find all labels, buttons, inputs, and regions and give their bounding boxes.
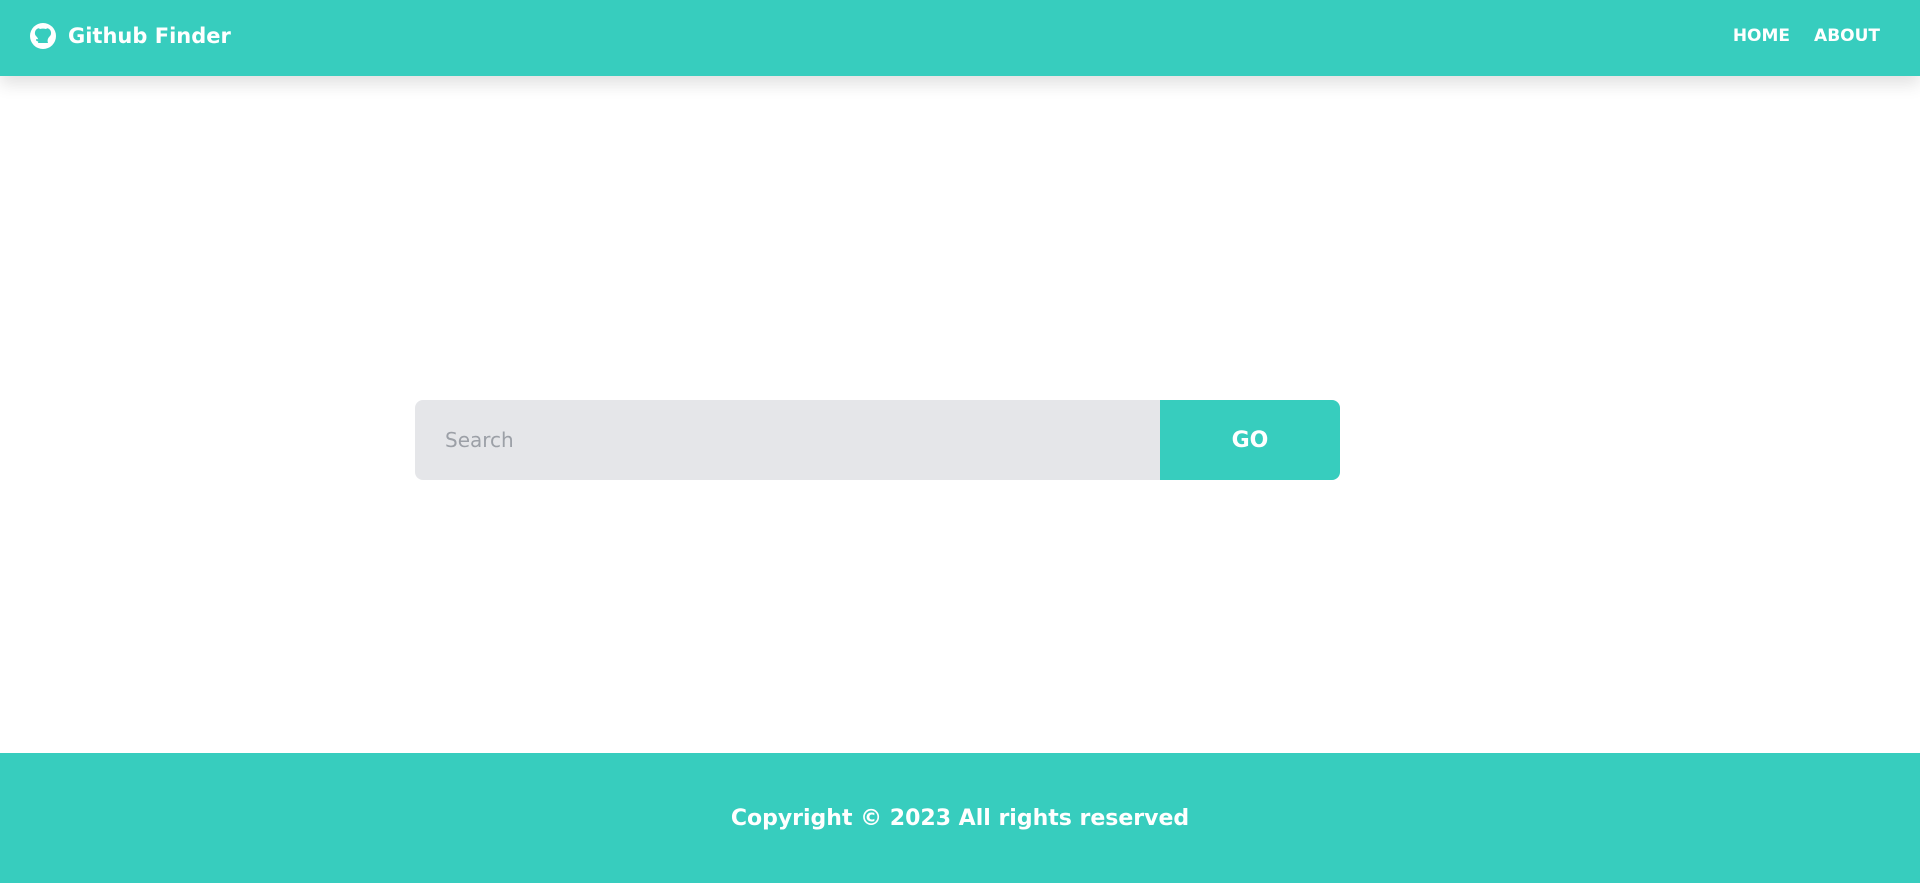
top-navigation-bar: Github Finder HOME ABOUT bbox=[0, 0, 1920, 76]
go-button[interactable]: GO bbox=[1160, 400, 1340, 480]
nav-home-link[interactable]: HOME bbox=[1733, 25, 1790, 47]
copyright-text: Copyright © 2023 All rights reserved bbox=[730, 805, 1190, 831]
search-input[interactable] bbox=[415, 400, 1160, 480]
page-footer: Copyright © 2023 All rights reserved bbox=[0, 753, 1920, 883]
main-content: GO bbox=[0, 76, 1920, 753]
brand-title: Github Finder bbox=[68, 24, 231, 48]
main-navigation: HOME ABOUT bbox=[1733, 25, 1880, 47]
home-brand-link[interactable]: Github Finder bbox=[29, 22, 231, 50]
github-icon bbox=[29, 22, 57, 50]
nav-about-link[interactable]: ABOUT bbox=[1814, 25, 1880, 47]
search-form: GO bbox=[415, 400, 1340, 480]
